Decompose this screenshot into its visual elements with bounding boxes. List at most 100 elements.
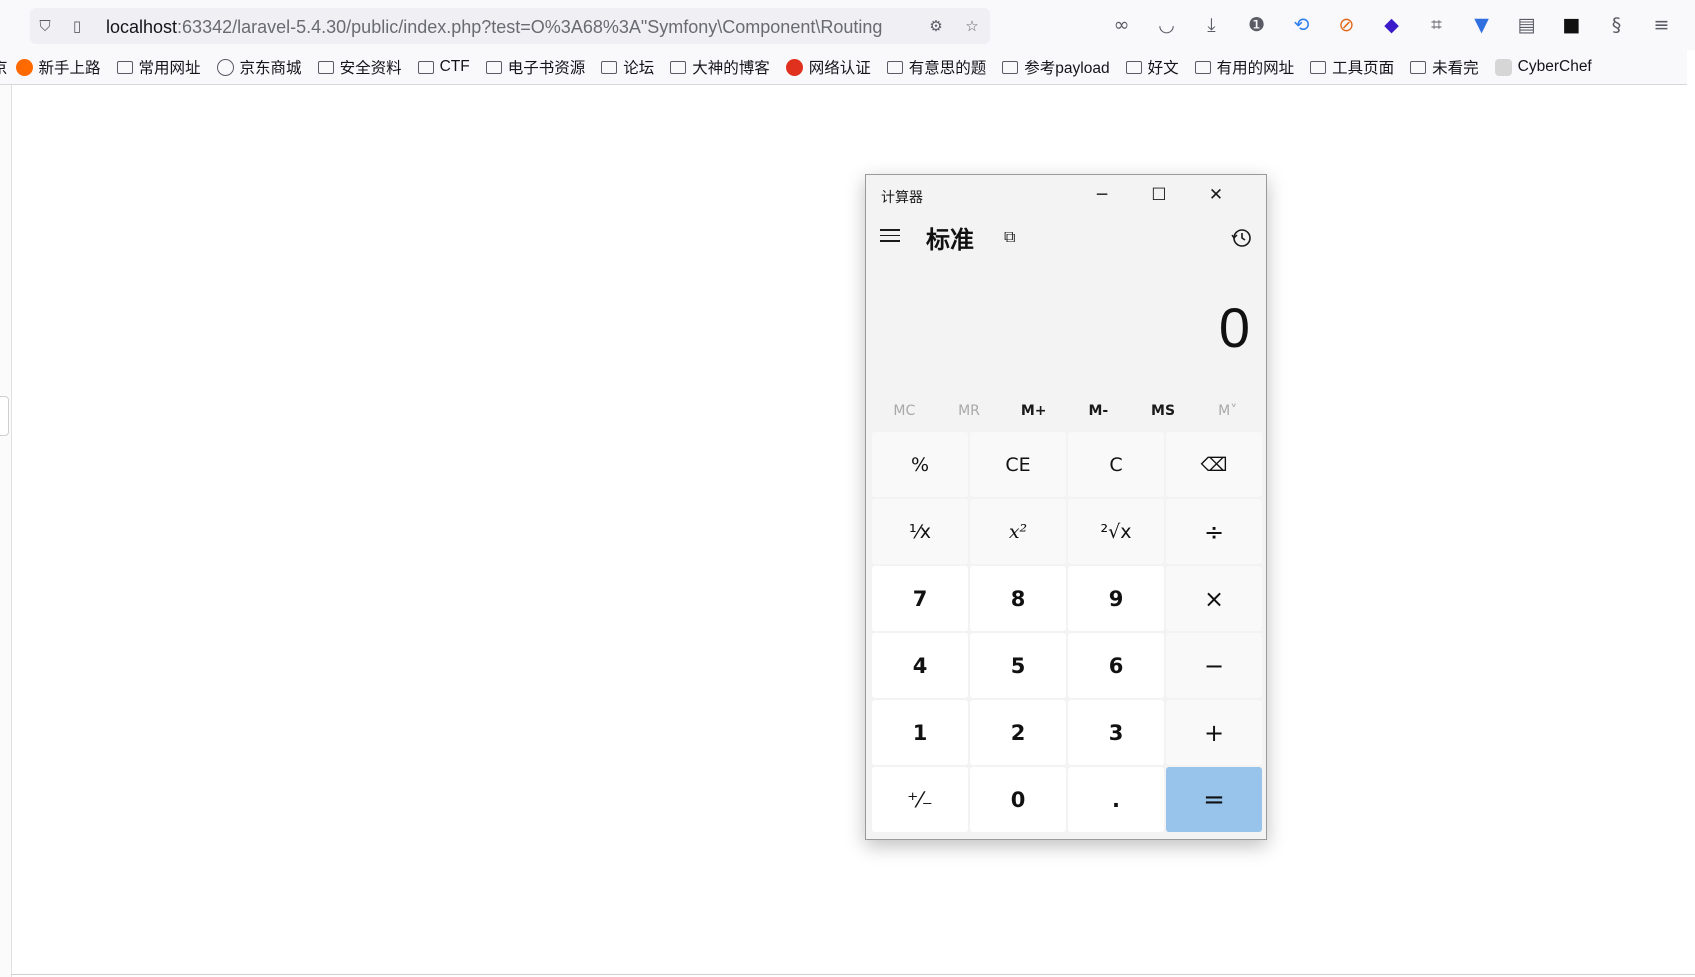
bookmark-folder[interactable]: 工具页面: [1310, 56, 1394, 78]
folder-icon: [485, 60, 502, 74]
digit-1-key[interactable]: 1: [872, 700, 968, 765]
digit-5-key[interactable]: 5: [970, 633, 1066, 698]
block-extension-icon[interactable]: ⊘: [1333, 12, 1360, 38]
bookmark-label: 安全资料: [339, 60, 402, 77]
digit-6-key[interactable]: 6: [1068, 633, 1164, 698]
private-mask-icon[interactable]: ∞: [1108, 12, 1135, 38]
hamburger-menu-icon[interactable]: [880, 225, 902, 247]
decimal-key[interactable]: .: [1068, 767, 1164, 832]
minimize-button[interactable]: ─: [1074, 175, 1130, 215]
folder-icon: [601, 60, 618, 74]
folder-icon: [670, 60, 687, 74]
bookmark-label: 未看完: [1432, 60, 1479, 77]
digit-3-key[interactable]: 3: [1068, 700, 1164, 765]
bookmark-folder[interactable]: 常用网址: [116, 56, 201, 78]
sidebar-icon[interactable]: ▤: [1513, 12, 1540, 38]
bookmark-item[interactable]: 新手上路: [15, 56, 101, 78]
percent-key[interactable]: %: [872, 432, 968, 497]
toolbar-icons: ∞ ◡ ⤓ ❶ ⟲ ⊘ ◆ ⌗ ▼ ▤ ■ § ≡: [1108, 12, 1675, 38]
extension-face-icon[interactable]: ■: [1558, 12, 1585, 38]
side-panel-handle[interactable]: [0, 396, 9, 436]
url-host: localhost: [106, 17, 178, 37]
equals-key[interactable]: =: [1166, 767, 1262, 832]
bookmark-folder[interactable]: 有意思的题: [886, 56, 987, 78]
download-icon[interactable]: ⤓: [1198, 12, 1225, 38]
url-text[interactable]: localhost:63342/laravel-5.4.30/public/in…: [106, 16, 921, 38]
page-icon: ▯: [72, 17, 82, 35]
multiply-key[interactable]: ×: [1166, 566, 1262, 631]
divide-key[interactable]: ÷: [1166, 499, 1262, 564]
clear-key[interactable]: C: [1068, 432, 1164, 497]
sync-icon[interactable]: ⟲: [1288, 12, 1315, 38]
add-key[interactable]: +: [1166, 700, 1262, 765]
digit-8-key[interactable]: 8: [970, 566, 1066, 631]
side-panel-edge: [0, 85, 12, 977]
bookmark-folder[interactable]: 论坛: [601, 56, 654, 78]
result-display: 0: [1218, 296, 1250, 359]
digit-9-key[interactable]: 9: [1068, 566, 1164, 631]
subtract-key[interactable]: −: [1166, 633, 1262, 698]
keypad: % CE C ⌫ ¹⁄x x² ²√x ÷ 7 8 9 × 4 5 6 − 1 …: [872, 432, 1262, 832]
reciprocal-key[interactable]: ¹⁄x: [872, 499, 968, 564]
memory-subtract-button[interactable]: M-: [1066, 395, 1131, 427]
bookmark-label: 新手上路: [38, 60, 101, 77]
layers-extension-icon[interactable]: ◆: [1378, 12, 1405, 38]
pocket-icon[interactable]: ◡: [1153, 12, 1180, 38]
folder-icon: [417, 60, 434, 74]
folder-icon: [1310, 60, 1327, 74]
bookmark-item[interactable]: CyberChef: [1494, 58, 1592, 76]
crop-icon[interactable]: ⌗: [1423, 12, 1450, 38]
folder-icon: [317, 60, 334, 74]
backspace-key[interactable]: ⌫: [1166, 432, 1262, 497]
translate-icon[interactable]: §: [1603, 12, 1630, 38]
globe-icon: [216, 58, 234, 76]
digit-2-key[interactable]: 2: [970, 700, 1066, 765]
bookmark-label: 有用的网址: [1216, 60, 1295, 77]
page-bottom-border: [11, 974, 1695, 975]
firefox-icon: [15, 58, 33, 76]
url-path: :63342/laravel-5.4.30/public/index.php?t…: [177, 17, 883, 37]
maximize-button[interactable]: ☐: [1131, 175, 1187, 215]
bookmark-folder[interactable]: 未看完: [1410, 56, 1479, 78]
memory-list-button[interactable]: M˅: [1195, 395, 1260, 427]
cyberchef-icon: [1494, 58, 1512, 76]
close-button[interactable]: ✕: [1188, 175, 1244, 215]
bookmark-folder[interactable]: 安全资料: [317, 56, 402, 78]
square-key[interactable]: x²: [970, 499, 1066, 564]
memory-add-button[interactable]: M+: [1001, 395, 1066, 427]
bookmark-folder[interactable]: CTF: [417, 58, 470, 76]
memory-clear-button[interactable]: MC: [872, 395, 937, 427]
bookmark-folder[interactable]: 大神的博客: [670, 56, 770, 78]
memory-store-button[interactable]: MS: [1131, 395, 1196, 427]
negate-key[interactable]: ⁺⁄₋: [872, 767, 968, 832]
wappalyzer-icon[interactable]: ▼: [1468, 12, 1495, 38]
square-root-key[interactable]: ²√x: [1068, 499, 1164, 564]
history-icon[interactable]: [1230, 227, 1252, 249]
bookmark-item[interactable]: 京东商城: [216, 56, 302, 78]
bookmark-folder[interactable]: 参考payload: [1002, 56, 1110, 78]
hamburger-menu-icon[interactable]: ≡: [1648, 12, 1675, 38]
bookmark-label: 电子书资源: [507, 60, 586, 77]
bookmark-folder[interactable]: 好文: [1125, 56, 1179, 78]
extension-gear-icon[interactable]: ⚙: [927, 17, 945, 35]
browser-toolbar: ⛉ ▯ localhost:63342/laravel-5.4.30/publi…: [0, 0, 1695, 50]
memory-recall-button[interactable]: MR: [937, 395, 1002, 427]
bookmark-folder[interactable]: 电子书资源: [485, 56, 586, 78]
bookmark-folder[interactable]: 有用的网址: [1194, 56, 1295, 78]
bookmark-label: 常用网址: [138, 60, 201, 77]
shield-icon[interactable]: ⛉: [36, 17, 54, 35]
bookmark-label: 参考payload: [1024, 60, 1110, 77]
bookmark-label: 有意思的题: [908, 60, 987, 77]
address-bar[interactable]: ⛉ ▯ localhost:63342/laravel-5.4.30/publi…: [30, 8, 990, 44]
keep-on-top-icon[interactable]: ⧉: [1004, 227, 1015, 247]
digit-0-key[interactable]: 0: [970, 767, 1066, 832]
password-manager-icon[interactable]: ❶: [1243, 12, 1270, 38]
bookmark-label: 大神的博客: [692, 60, 770, 77]
bookmark-item[interactable]: 京: [0, 56, 8, 78]
digit-4-key[interactable]: 4: [872, 633, 968, 698]
bookmark-star-icon[interactable]: ☆: [963, 17, 981, 35]
digit-7-key[interactable]: 7: [872, 566, 968, 631]
clear-entry-key[interactable]: CE: [970, 432, 1066, 497]
bookmark-item[interactable]: 网络认证: [785, 56, 871, 78]
bookmark-label: CyberChef: [1517, 58, 1592, 75]
